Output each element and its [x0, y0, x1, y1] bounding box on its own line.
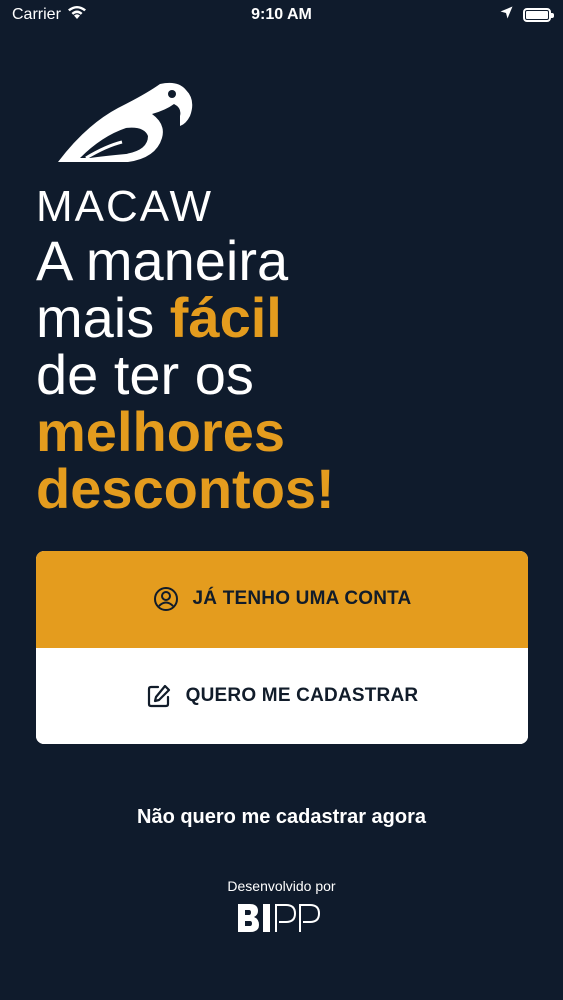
welcome-screen: Carrier 9:10 AM MACAW A maneira mais fác… [0, 0, 563, 1000]
auth-buttons-card: JÁ TENHO UMA CONTA QUERO ME CADASTRAR [36, 551, 528, 744]
bipp-logo [236, 902, 328, 939]
headline-line-3: de ter os [36, 343, 254, 406]
status-bar: Carrier 9:10 AM [0, 0, 563, 30]
login-button[interactable]: JÁ TENHO UMA CONTA [36, 551, 528, 648]
login-button-label: JÁ TENHO UMA CONTA [192, 588, 412, 610]
signup-button[interactable]: QUERO ME CADASTRAR [36, 647, 528, 744]
developed-by-label: Desenvolvido por [227, 878, 336, 894]
edit-icon [146, 683, 172, 709]
status-right [500, 6, 554, 24]
user-circle-icon [153, 586, 179, 612]
skip-signup-link[interactable]: Não quero me cadastrar agora [0, 806, 563, 829]
wifi-icon [67, 5, 87, 25]
macaw-parrot-icon [58, 82, 193, 162]
brand-name: MACAW [36, 182, 214, 231]
headline-line-2: mais fácil [36, 289, 536, 346]
battery-icon [523, 8, 554, 22]
carrier-label: Carrier [12, 6, 61, 23]
macaw-logo: MACAW [36, 80, 216, 231]
headline-line-2-prefix: mais [36, 286, 170, 349]
status-left: Carrier [12, 5, 87, 25]
headline-accent-facil: fácil [169, 286, 282, 349]
location-arrow-icon [500, 6, 513, 24]
signup-button-label: QUERO ME CADASTRAR [185, 684, 419, 706]
headline: A maneira mais fácil de ter os melhores … [36, 232, 536, 517]
headline-line-5: descontos! [36, 457, 335, 520]
headline-line-4: melhores [36, 400, 285, 463]
headline-line-1: A maneira [36, 229, 289, 292]
